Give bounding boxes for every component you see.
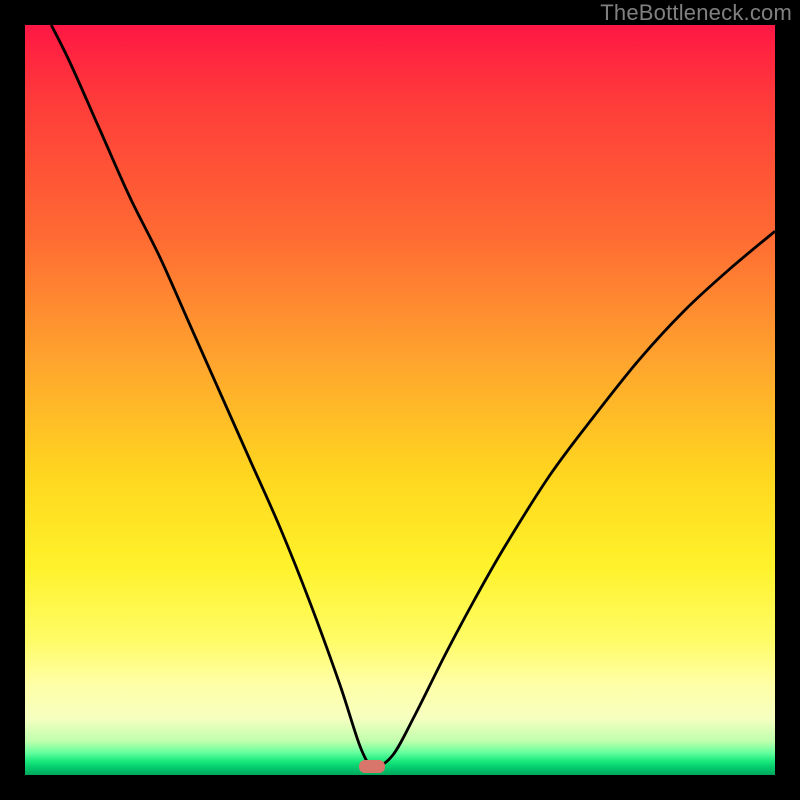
- plot-area: [25, 25, 775, 775]
- watermark-text: TheBottleneck.com: [600, 0, 792, 26]
- curve-path: [51, 25, 775, 766]
- bottleneck-curve: [25, 25, 775, 775]
- minimum-marker: [359, 760, 385, 773]
- chart-container: TheBottleneck.com: [0, 0, 800, 800]
